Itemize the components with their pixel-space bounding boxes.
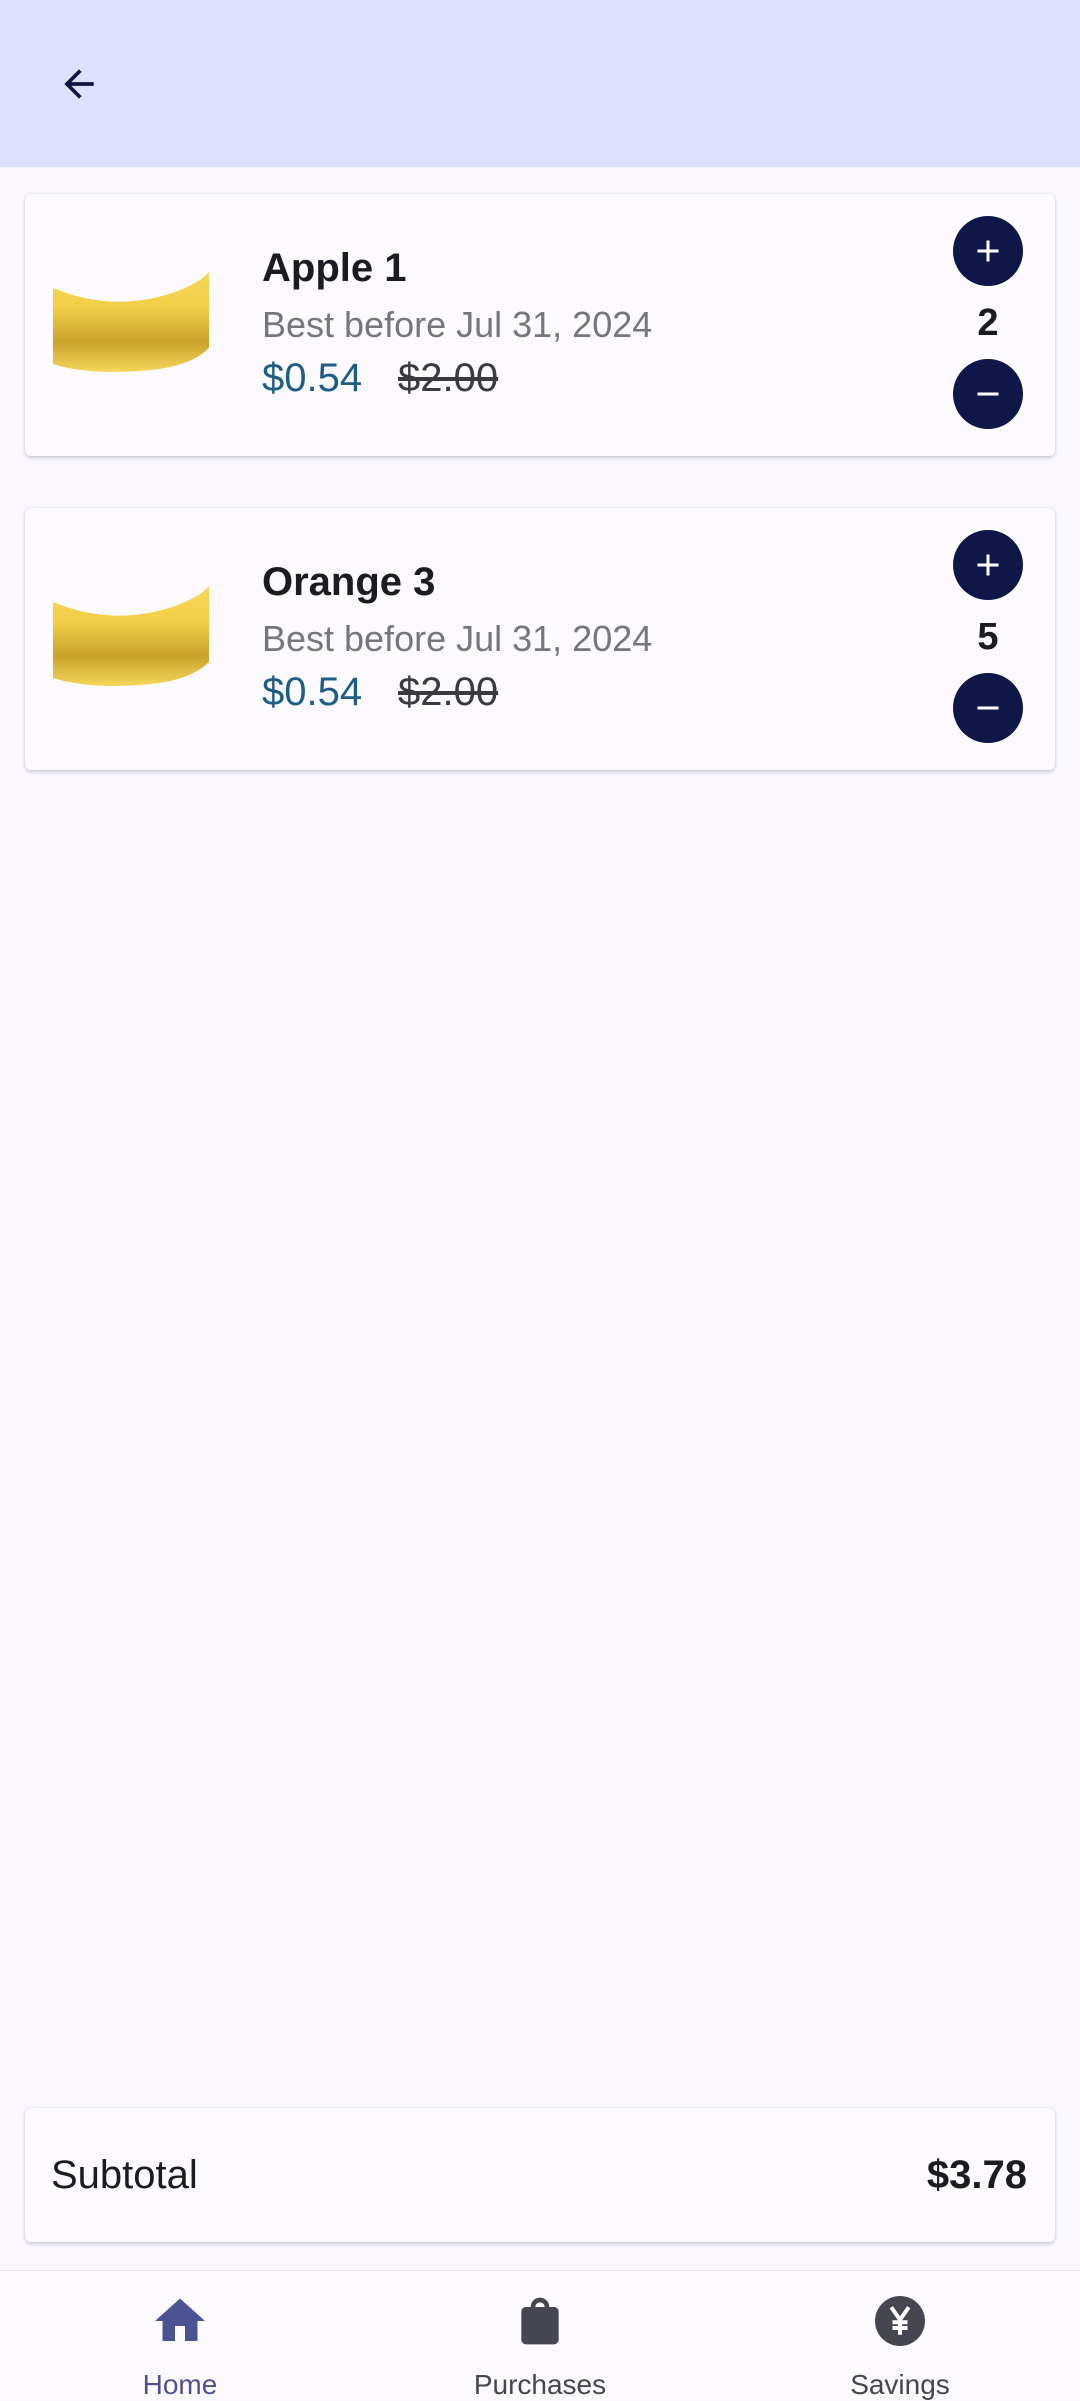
subtotal-label: Subtotal — [51, 2153, 198, 2197]
minus-icon — [977, 392, 999, 396]
nav-home-label: Home — [142, 2369, 218, 2400]
back-button[interactable] — [34, 42, 124, 126]
cart-item-card: Orange 3 Best before Jul 31, 2024 $0.54 … — [25, 508, 1055, 770]
bottom-navigation: Home Purchases Savings — [0, 2270, 1080, 2400]
plus-icon — [977, 240, 999, 262]
decrease-quantity-button[interactable] — [953, 673, 1023, 743]
best-before-date: Best before Jul 31, 2024 — [262, 304, 653, 345]
best-before-date: Best before Jul 31, 2024 — [262, 618, 653, 659]
original-price: $2.00 — [398, 356, 499, 400]
cart-item-card: Apple 1 Best before Jul 31, 2024 $0.54 $… — [25, 194, 1055, 456]
plus-icon — [977, 554, 999, 576]
quantity-value: 2 — [977, 302, 999, 344]
product-image — [53, 272, 209, 372]
home-icon — [150, 2289, 210, 2353]
discount-price: $0.54 — [262, 356, 363, 400]
nav-savings[interactable]: Savings — [720, 2271, 1080, 2401]
top-app-bar — [0, 0, 1080, 167]
nav-purchases[interactable]: Purchases — [360, 2271, 720, 2401]
product-image — [53, 586, 209, 686]
shopping-bag-icon — [510, 2289, 570, 2353]
discount-price: $0.54 — [262, 670, 363, 714]
product-name: Apple 1 — [262, 246, 407, 290]
quantity-value: 5 — [977, 616, 999, 658]
yen-coin-icon — [870, 2289, 930, 2353]
subtotal-value: $3.78 — [926, 2153, 1027, 2197]
arrow-back-icon — [64, 69, 94, 99]
subtotal-bar: Subtotal $3.78 — [25, 2108, 1055, 2242]
product-name: Orange 3 — [262, 560, 436, 604]
increase-quantity-button[interactable] — [953, 530, 1023, 600]
original-price: $2.00 — [398, 670, 499, 714]
nav-purchases-label: Purchases — [473, 2369, 607, 2400]
nav-home[interactable]: Home — [0, 2271, 360, 2401]
minus-icon — [977, 706, 999, 710]
increase-quantity-button[interactable] — [953, 216, 1023, 286]
decrease-quantity-button[interactable] — [953, 359, 1023, 429]
nav-savings-label: Savings — [850, 2369, 950, 2400]
